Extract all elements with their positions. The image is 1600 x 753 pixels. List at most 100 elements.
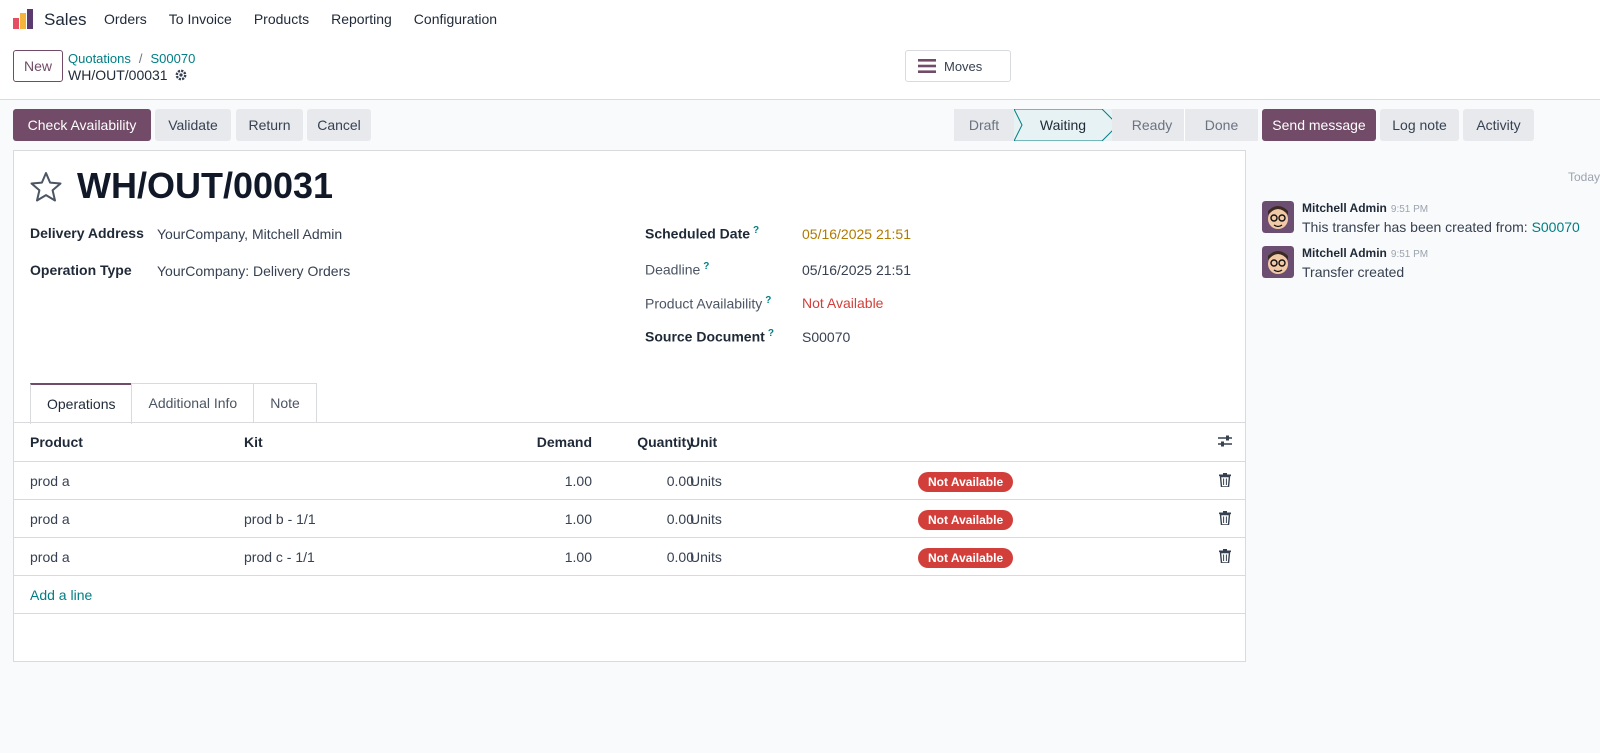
source-document-label: Source Document? <box>645 328 774 345</box>
menu-products[interactable]: Products <box>254 11 309 27</box>
top-navbar: Sales Orders To Invoice Products Reporti… <box>0 0 1600 38</box>
record-title: WH/OUT/00031 <box>77 165 334 206</box>
availability-value: Not Available <box>802 295 884 311</box>
scheduled-date-field[interactable]: 05/16/2025 21:51 <box>802 226 911 242</box>
message-author-name[interactable]: Mitchell Admin <box>1302 246 1387 260</box>
delivery-address-label: Delivery Address <box>30 225 144 241</box>
avatar[interactable] <box>1262 201 1294 233</box>
table-row[interactable]: prod a prod c - 1/1 1.00 0.00 Units Not … <box>14 538 1245 576</box>
gear-icon[interactable] <box>174 68 188 82</box>
form-sheet: WH/OUT/00031 Delivery Address YourCompan… <box>13 150 1246 662</box>
breadcrumb-current: WH/OUT/00031 <box>68 67 188 83</box>
breadcrumb-separator: / <box>138 51 143 66</box>
help-icon[interactable]: ? <box>768 328 774 339</box>
help-icon[interactable]: ? <box>703 261 709 272</box>
chatter-panel: Send message Log note Activity Today Mit… <box>1250 100 1600 753</box>
col-product[interactable]: Product <box>30 434 83 450</box>
row-product[interactable]: prod a <box>30 511 70 527</box>
avatar[interactable] <box>1262 246 1294 278</box>
message-time: 9:51 PM <box>1390 204 1429 215</box>
breadcrumb-order[interactable]: S00070 <box>151 51 196 66</box>
menu-reporting[interactable]: Reporting <box>331 11 392 27</box>
col-demand[interactable]: Demand <box>537 434 592 450</box>
app-name[interactable]: Sales <box>44 10 87 30</box>
message-author: Mitchell Admin 9:51 PM <box>1302 246 1428 260</box>
row-demand[interactable]: 1.00 <box>565 511 592 527</box>
operation-type-field[interactable]: YourCompany: Delivery Orders <box>157 263 350 279</box>
return-button[interactable]: Return <box>236 109 303 141</box>
row-product[interactable]: prod a <box>30 549 70 565</box>
scheduled-date-label: Scheduled Date? <box>645 225 759 242</box>
sales-app-icon[interactable] <box>12 8 34 30</box>
trash-icon[interactable] <box>1219 473 1231 487</box>
stage-waiting[interactable]: Waiting <box>1014 109 1118 141</box>
row-unit[interactable]: Units <box>690 473 722 489</box>
tab-additional-info[interactable]: Additional Info <box>131 383 255 423</box>
column-settings-icon[interactable] <box>1217 434 1233 448</box>
scheduled-date-label-text: Scheduled Date <box>645 225 751 242</box>
row-demand[interactable]: 1.00 <box>565 473 592 489</box>
moves-label: Moves <box>944 58 983 74</box>
check-availability-button[interactable]: Check Availability <box>13 109 151 141</box>
source-document-field[interactable]: S00070 <box>802 329 850 345</box>
trash-icon[interactable] <box>1219 549 1231 563</box>
new-button[interactable]: New <box>13 50 63 82</box>
moves-smart-button[interactable]: Moves <box>905 50 1011 82</box>
control-panel: New Quotations / S00070 WH/OUT/00031 Moves <box>0 38 1600 100</box>
stage-done[interactable]: Done <box>1184 109 1258 141</box>
message-body: This transfer has been created from: S00… <box>1302 219 1580 235</box>
add-line-link[interactable]: Add a line <box>30 587 92 603</box>
menu-configuration[interactable]: Configuration <box>414 11 497 27</box>
operation-type-label: Operation Type <box>30 262 132 278</box>
table-row[interactable]: prod a prod b - 1/1 1.00 0.00 Units Not … <box>14 500 1245 538</box>
breadcrumb-quotations[interactable]: Quotations <box>68 51 131 66</box>
col-unit[interactable]: Unit <box>690 434 717 450</box>
send-message-button[interactable]: Send message <box>1262 109 1376 141</box>
cancel-button[interactable]: Cancel <box>307 109 371 141</box>
row-kit[interactable]: prod c - 1/1 <box>244 549 315 565</box>
message-body-text: This transfer has been created from: <box>1302 219 1528 235</box>
add-line-row: Add a line <box>14 576 1245 614</box>
breadcrumb: Quotations / S00070 <box>68 51 195 66</box>
table-row[interactable]: prod a 1.00 0.00 Units Not Available <box>14 462 1245 500</box>
message-author-name[interactable]: Mitchell Admin <box>1302 201 1387 215</box>
table-header: Product Kit Demand Quantity Unit <box>14 423 1245 462</box>
star-icon[interactable] <box>30 171 62 203</box>
status-badge: Not Available <box>918 510 1014 530</box>
stage-draft[interactable]: Draft <box>954 109 1014 141</box>
col-quantity[interactable]: Quantity <box>637 434 694 450</box>
activity-button[interactable]: Activity <box>1463 109 1534 141</box>
status-badge: Not Available <box>918 548 1014 568</box>
message-time: 9:51 PM <box>1390 249 1429 260</box>
help-icon[interactable]: ? <box>753 225 759 236</box>
row-demand[interactable]: 1.00 <box>565 549 592 565</box>
message-link[interactable]: S00070 <box>1532 219 1580 235</box>
status-badge: Not Available <box>918 472 1014 492</box>
availability-label: Product Availability? <box>645 295 771 312</box>
log-note-button[interactable]: Log note <box>1380 109 1459 141</box>
stage-pipeline: Draft Waiting Ready Done <box>954 109 1258 141</box>
tab-operations[interactable]: Operations <box>30 383 133 424</box>
date-separator: Today <box>1567 170 1600 184</box>
row-unit[interactable]: Units <box>690 511 722 527</box>
row-kit[interactable]: prod b - 1/1 <box>244 511 316 527</box>
col-kit[interactable]: Kit <box>244 434 263 450</box>
stage-ready[interactable]: Ready <box>1112 109 1184 141</box>
tab-note[interactable]: Note <box>253 383 317 423</box>
list-icon <box>918 59 936 73</box>
menu-orders[interactable]: Orders <box>104 11 147 27</box>
delivery-address-field[interactable]: YourCompany, Mitchell Admin <box>157 226 342 242</box>
row-product[interactable]: prod a <box>30 473 70 489</box>
help-icon[interactable]: ? <box>765 295 771 306</box>
menu-to-invoice[interactable]: To Invoice <box>169 11 232 27</box>
validate-button[interactable]: Validate <box>155 109 231 141</box>
notebook-tabs: Operations Additional Info Note <box>30 383 317 424</box>
trash-icon[interactable] <box>1219 511 1231 525</box>
current-record-name: WH/OUT/00031 <box>68 67 168 83</box>
message-author: Mitchell Admin 9:51 PM <box>1302 201 1428 215</box>
deadline-field[interactable]: 05/16/2025 21:51 <box>802 262 911 278</box>
row-unit[interactable]: Units <box>690 549 722 565</box>
deadline-label-text: Deadline <box>645 261 701 278</box>
deadline-label: Deadline? <box>645 261 709 278</box>
availability-label-text: Product Availability <box>645 295 763 312</box>
